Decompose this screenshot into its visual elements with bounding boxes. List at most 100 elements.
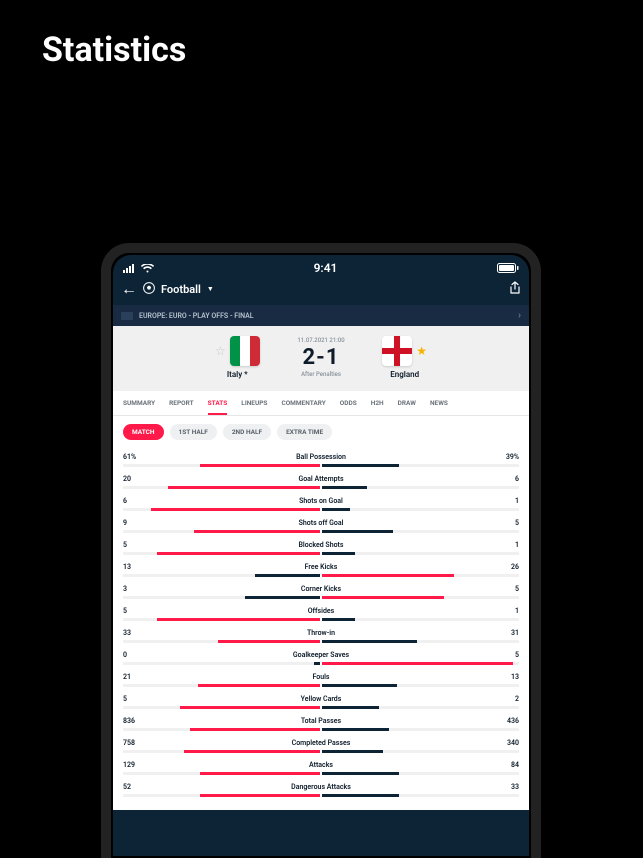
tab-report[interactable]: REPORT	[169, 399, 194, 415]
tab-commentary[interactable]: COMMENTARY	[281, 399, 325, 415]
tabs-row: SUMMARY REPORT STATS LINEUPS COMMENTARY ODDS H…	[113, 391, 529, 416]
stat-row: 758Completed Passes340	[123, 734, 519, 756]
favorite-star-icon[interactable]: ★	[416, 344, 427, 358]
stat-away-value: 26	[491, 563, 519, 571]
tab-h2h[interactable]: H2H	[371, 399, 384, 415]
stat-away-value: 5	[491, 651, 519, 659]
stat-row: 5Offsides1	[123, 602, 519, 624]
tab-draw[interactable]: DRAW	[398, 399, 416, 415]
stat-away-bar	[322, 552, 519, 555]
stat-away-value: 436	[491, 717, 519, 725]
stat-row: 13Free Kicks26	[123, 558, 519, 580]
stat-away-bar	[322, 464, 519, 467]
stat-home-bar	[123, 794, 320, 797]
stat-name: Completed Passes	[151, 739, 491, 747]
stat-home-value: 5	[123, 607, 151, 615]
score: 2-1	[303, 345, 340, 370]
stat-home-value: 6	[123, 497, 151, 505]
stat-away-value: 84	[491, 761, 519, 769]
away-team[interactable]: ★ England	[365, 336, 445, 379]
nav-left[interactable]: ← Football ▼	[121, 279, 214, 299]
chevron-right-icon: ›	[518, 310, 521, 321]
home-team-name: Italy *	[227, 370, 248, 379]
england-flag-icon	[382, 336, 412, 366]
stat-away-value: 6	[491, 475, 519, 483]
period-pills: MATCH 1ST HALF 2ND HALF EXTRA TIME	[113, 416, 529, 448]
stat-away-bar	[322, 486, 519, 489]
stat-home-value: 0	[123, 651, 151, 659]
stat-home-value: 13	[123, 563, 151, 571]
period-pill[interactable]: EXTRA TIME	[277, 424, 332, 440]
stat-away-value: 2	[491, 695, 519, 703]
tab-news[interactable]: NEWS	[430, 399, 448, 415]
stat-home-bar	[123, 618, 320, 621]
period-pill[interactable]: MATCH	[123, 424, 164, 440]
stat-row: 61%Ball Possession39%	[123, 448, 519, 470]
stat-away-bar	[322, 662, 519, 665]
stat-row: 129Attacks84	[123, 756, 519, 778]
football-icon	[143, 282, 155, 297]
stat-away-value: 5	[491, 519, 519, 527]
stat-away-bar	[322, 728, 519, 731]
tab-stats[interactable]: STATS	[208, 399, 228, 415]
stat-name: Offsides	[151, 607, 491, 615]
competition-label: EUROPE: EURO - PLAY OFFS - FINAL	[139, 312, 254, 320]
stat-name: Blocked Shots	[151, 541, 491, 549]
sport-dropdown-label[interactable]: Football	[161, 283, 201, 296]
stat-name: Free Kicks	[151, 563, 491, 571]
stat-home-bar	[123, 684, 320, 687]
stat-away-bar	[322, 508, 519, 511]
stat-home-value: 21	[123, 673, 151, 681]
stat-home-bar	[123, 750, 320, 753]
stat-away-bar	[322, 794, 519, 797]
stat-row: 20Goal Attempts6	[123, 470, 519, 492]
tab-summary[interactable]: SUMMARY	[123, 399, 155, 415]
period-pill[interactable]: 2ND HALF	[223, 424, 271, 440]
status-time: 9:41	[314, 261, 338, 275]
stat-name: Corner Kicks	[151, 585, 491, 593]
stat-away-value: 13	[491, 673, 519, 681]
stat-row: 6Shots on Goal1	[123, 492, 519, 514]
stat-home-value: 5	[123, 695, 151, 703]
home-team[interactable]: ☆ Italy *	[197, 336, 277, 379]
stat-away-value: 1	[491, 541, 519, 549]
stat-away-value: 31	[491, 629, 519, 637]
stat-home-bar	[123, 706, 320, 709]
stat-row: 9Shots off Goal5	[123, 514, 519, 536]
nav-bar: ← Football ▼	[113, 279, 529, 305]
stat-home-bar	[123, 464, 320, 467]
cellular-icon	[123, 264, 137, 273]
tablet-device-frame: 9:41 ← Football ▼ EUR	[101, 243, 541, 858]
match-header: ☆ Italy * 11.07.2021 21:00 2-1 After Pen…	[113, 326, 529, 391]
stat-home-value: 758	[123, 739, 151, 747]
stat-home-bar	[123, 508, 320, 511]
favorite-star-icon[interactable]: ☆	[215, 344, 226, 358]
away-team-name: England	[390, 370, 419, 379]
back-icon[interactable]: ←	[121, 279, 137, 299]
stat-row: 33Throw-in31	[123, 624, 519, 646]
stat-home-value: 33	[123, 629, 151, 637]
stat-name: Goal Attempts	[151, 475, 491, 483]
stat-away-value: 1	[491, 607, 519, 615]
match-datetime: 11.07.2021 21:00	[297, 337, 344, 344]
stat-away-bar	[322, 596, 519, 599]
stat-home-bar	[123, 552, 320, 555]
share-icon[interactable]	[509, 280, 521, 299]
stat-row: 21Fouls13	[123, 668, 519, 690]
stat-name: Attacks	[151, 761, 491, 769]
tab-lineups[interactable]: LINEUPS	[241, 399, 267, 415]
stat-name: Shots off Goal	[151, 519, 491, 527]
period-pill[interactable]: 1ST HALF	[170, 424, 217, 440]
stat-name: Ball Possession	[151, 453, 491, 461]
stat-name: Goalkeeper Saves	[151, 651, 491, 659]
stat-row: 836Total Passes436	[123, 712, 519, 734]
competition-bar[interactable]: EUROPE: EURO - PLAY OFFS - FINAL ›	[113, 305, 529, 326]
stat-home-bar	[123, 530, 320, 533]
screen: 9:41 ← Football ▼ EUR	[113, 255, 529, 856]
score-block: 11.07.2021 21:00 2-1 After Penalties	[297, 337, 344, 378]
stats-list: 61%Ball Possession39%20Goal Attempts66Sh…	[113, 448, 529, 810]
stat-away-value: 39%	[491, 453, 519, 461]
tab-odds[interactable]: ODDS	[340, 399, 357, 415]
stat-home-bar	[123, 596, 320, 599]
stat-home-bar	[123, 574, 320, 577]
